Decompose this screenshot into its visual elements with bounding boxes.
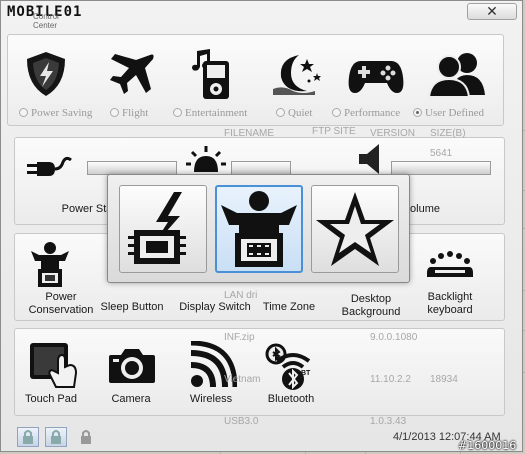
mode-radio-label: Performance xyxy=(344,107,401,119)
radio-dot[interactable] xyxy=(19,108,28,117)
radio-dot[interactable] xyxy=(110,108,119,117)
bg-cell-inf: INF.zip xyxy=(224,332,255,343)
person-chip-icon xyxy=(221,191,297,267)
radio-dot[interactable] xyxy=(332,108,341,117)
lock-button-3[interactable] xyxy=(75,427,97,447)
feature-label-desktop-background: Desktop Background xyxy=(341,293,401,318)
radio-dot[interactable] xyxy=(173,108,182,117)
mode-radio-quiet[interactable]: Quiet xyxy=(276,107,312,121)
device-label-bluetooth: Bluetooth xyxy=(267,393,315,405)
mode-switch-popup xyxy=(107,174,410,283)
mode-radio-label: Flight xyxy=(122,107,149,119)
bg-cell-usb: USB3.0 xyxy=(224,416,259,427)
bg-header-size: SIZE(B) xyxy=(430,128,466,139)
shield-battery-icon[interactable] xyxy=(21,49,71,99)
mode-radio-entertainment[interactable]: Entertainment xyxy=(173,107,247,121)
radio-dot[interactable] xyxy=(276,108,285,117)
airplane-icon[interactable] xyxy=(105,49,159,99)
person-chip-icon[interactable] xyxy=(29,241,71,289)
mode-radio-user-defined[interactable]: User Defined xyxy=(413,107,484,121)
bg-header-version: VERSION xyxy=(370,128,416,139)
bg-header-ftp-site: FTP SITE xyxy=(312,126,356,137)
brightness-icon[interactable] xyxy=(184,144,228,174)
bg-cell-v2: 11.10.2.2 xyxy=(370,374,411,385)
moon-stars-icon[interactable] xyxy=(269,51,323,97)
device-label-wireless: Wireless xyxy=(189,393,233,405)
bg-cell-v1: 9.0.0.1080 xyxy=(370,332,418,343)
mode-radio-label: Quiet xyxy=(288,107,313,119)
watermark: #1600016 xyxy=(458,439,517,452)
lock-button-2[interactable] xyxy=(45,427,67,447)
touchpad-icon[interactable] xyxy=(28,341,78,389)
feature-label-time-zone: Time Zone xyxy=(262,301,316,313)
mode-radio-label: Entertainment xyxy=(185,107,248,119)
bg-header-filename: FILENAME xyxy=(224,128,275,139)
bluetooth-icon[interactable]: BT xyxy=(263,341,315,391)
speaker-icon[interactable] xyxy=(357,142,383,176)
feature-label-sleep-button: Sleep Button xyxy=(100,301,164,313)
lock-icon xyxy=(51,430,61,444)
mode-radio-performance[interactable]: Performance xyxy=(332,107,400,121)
lock-icon xyxy=(23,430,33,444)
bg-cell-v3: 1.0.3.43 xyxy=(370,416,407,427)
lock-icon xyxy=(81,430,91,444)
lightning-chip-icon xyxy=(128,192,186,264)
user-group-icon[interactable] xyxy=(427,49,487,99)
device-label-touch-pad: Touch Pad xyxy=(25,393,77,405)
bg-cell-vietnam: Vietnam xyxy=(224,374,261,385)
volume-label: olume xyxy=(410,203,440,215)
power-chip-mode-button[interactable] xyxy=(119,185,207,273)
star-mode-button[interactable] xyxy=(311,185,399,273)
camera-icon[interactable] xyxy=(107,345,157,385)
feature-label-display-switch: Display Switch xyxy=(179,301,251,313)
lock-button-1[interactable] xyxy=(17,427,39,447)
star-icon xyxy=(316,192,394,266)
radio-dot[interactable] xyxy=(413,108,422,117)
bg-cell-s1: 18934 xyxy=(430,374,458,385)
volume-slider[interactable] xyxy=(391,161,491,175)
svg-text:BT: BT xyxy=(301,370,311,377)
feature-label-power-conservation: Power Conservation xyxy=(28,291,94,316)
gamepad-icon[interactable] xyxy=(347,55,405,97)
brightness-slider[interactable] xyxy=(231,161,291,175)
bg-cell-s2: 5641 xyxy=(430,148,453,159)
power-state-slider[interactable] xyxy=(87,161,177,175)
media-player-icon[interactable] xyxy=(189,47,235,101)
close-button[interactable]: ✕ xyxy=(467,3,517,20)
feature-label-backlight-keyboard: Backlight keyboard xyxy=(427,291,473,316)
mode-radio-label: User Defined xyxy=(425,107,484,119)
bg-cell-lan: LAN dri xyxy=(224,290,258,301)
mode-radio-power-saving[interactable]: Power Saving xyxy=(19,107,92,121)
mode-radio-label: Power Saving xyxy=(31,107,93,119)
device-label-camera: Camera xyxy=(111,393,151,405)
mode-radio-flight[interactable]: Flight xyxy=(110,107,148,121)
power-plug-icon[interactable] xyxy=(23,154,73,184)
title-bar: MOBILE01 Control Center ✕ xyxy=(1,1,522,30)
person-chip-mode-button[interactable] xyxy=(215,185,303,273)
brand-logo: MOBILE01 Control Center xyxy=(7,4,83,30)
keyboard-light-icon[interactable] xyxy=(425,251,475,281)
